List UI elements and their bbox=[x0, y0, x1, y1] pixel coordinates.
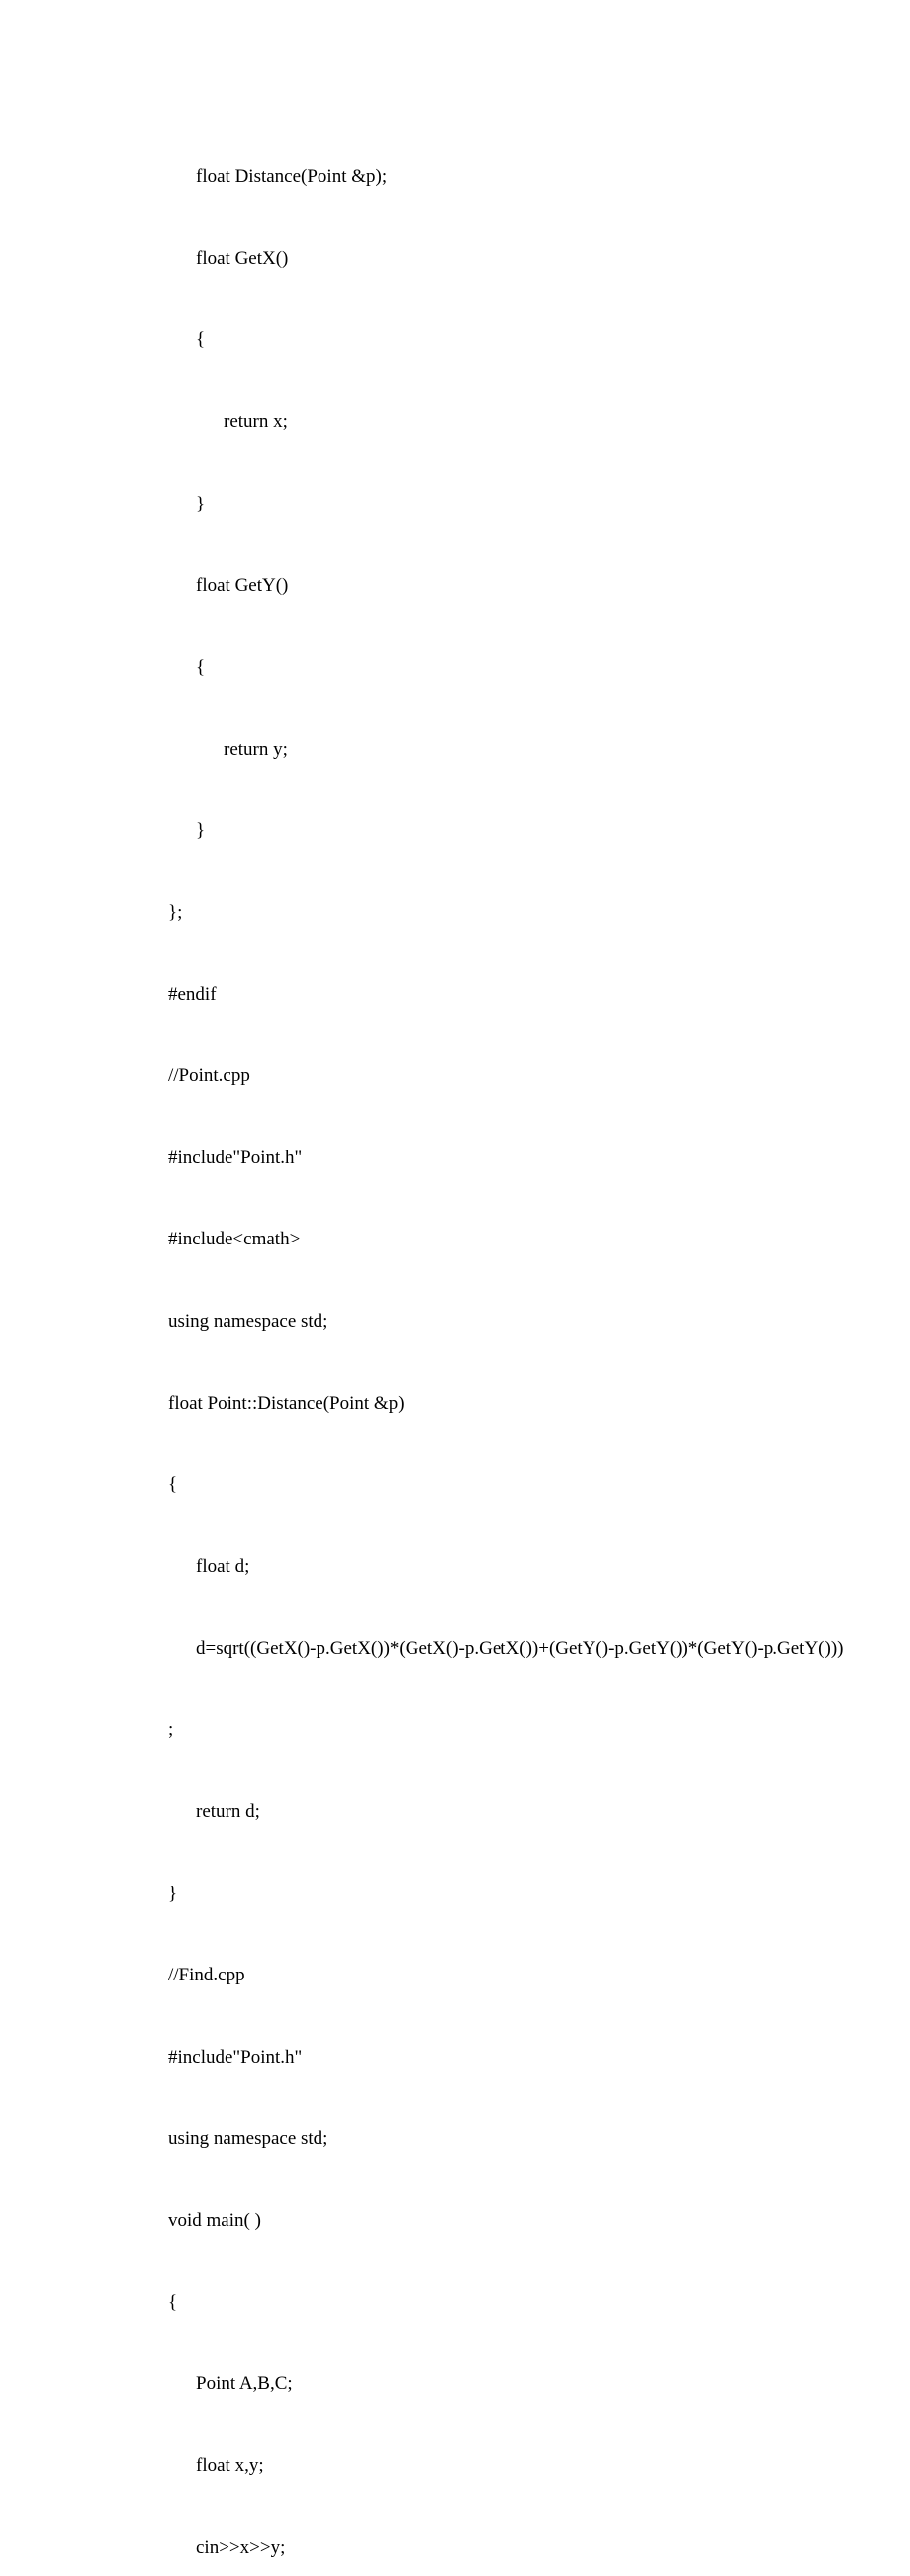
code-line: }; bbox=[168, 899, 821, 927]
code-line: } bbox=[168, 817, 821, 845]
code-line: void main( ) bbox=[168, 2207, 821, 2235]
code-line: //Point.cpp bbox=[168, 1062, 821, 1090]
code-line: using namespace std; bbox=[168, 1308, 821, 1335]
code-line: #include"Point.h" bbox=[168, 1145, 821, 1172]
code-line: float GetX() bbox=[168, 245, 821, 273]
code-line: #endif bbox=[168, 981, 821, 1009]
code-line: float Point::Distance(Point &p) bbox=[168, 1390, 821, 1418]
code-line: //Find.cpp bbox=[168, 1962, 821, 1989]
code-line: { bbox=[168, 1471, 821, 1499]
code-line: return y; bbox=[168, 736, 821, 764]
code-line: } bbox=[168, 491, 821, 518]
code-line: Point A,B,C; bbox=[168, 2370, 821, 2398]
code-block: float Distance(Point &p); float GetX() {… bbox=[168, 109, 821, 2576]
code-line: using namespace std; bbox=[168, 2125, 821, 2153]
code-line: cin>>x>>y; bbox=[168, 2534, 821, 2562]
code-line: { bbox=[168, 2289, 821, 2317]
code-line: return d; bbox=[168, 1798, 821, 1826]
code-line: #include<cmath> bbox=[168, 1226, 821, 1253]
code-line: float Distance(Point &p); bbox=[168, 163, 821, 191]
document-page: float Distance(Point &p); float GetX() {… bbox=[0, 0, 910, 2576]
code-line: d=sqrt((GetX()-p.GetX())*(GetX()-p.GetX(… bbox=[168, 1635, 821, 1663]
code-line: float x,y; bbox=[168, 2452, 821, 2480]
code-line: float d; bbox=[168, 1553, 821, 1581]
code-line: { bbox=[168, 326, 821, 354]
code-line: ; bbox=[168, 1716, 821, 1744]
code-line: float GetY() bbox=[168, 572, 821, 599]
code-line: } bbox=[168, 1881, 821, 1908]
code-line: #include"Point.h" bbox=[168, 2044, 821, 2071]
code-line: return x; bbox=[168, 409, 821, 436]
code-line: { bbox=[168, 654, 821, 682]
